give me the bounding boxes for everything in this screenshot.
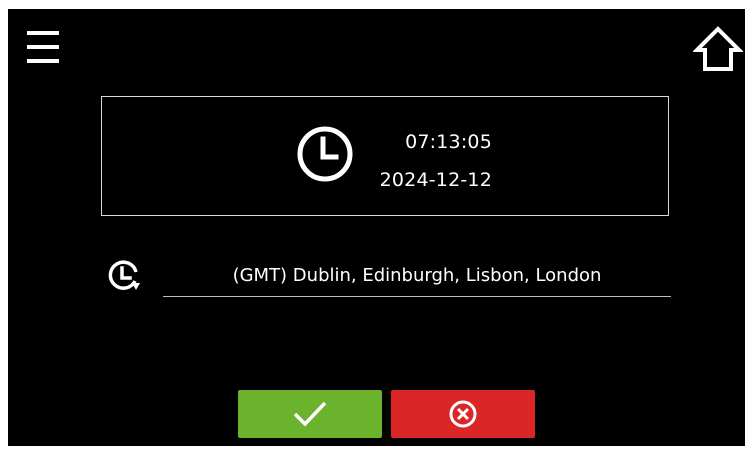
timezone-icon — [108, 260, 140, 290]
datetime-settings-screen: 07:13:05 2024-12-12 (GMT) Dublin, Edinbu… — [8, 9, 745, 446]
home-icon — [692, 26, 744, 71]
home-button[interactable] — [692, 24, 744, 74]
date-value: 2024-12-12 — [379, 169, 492, 191]
datetime-display[interactable]: 07:13:05 2024-12-12 — [101, 96, 669, 216]
cancel-button[interactable] — [391, 390, 535, 438]
hamburger-menu-icon — [27, 31, 59, 63]
timezone-field[interactable]: (GMT) Dublin, Edinburgh, Lisbon, London — [163, 259, 671, 297]
time-value: 07:13:05 — [405, 131, 492, 153]
timezone-value: (GMT) Dublin, Edinburgh, Lisbon, London — [232, 265, 602, 286]
menu-button[interactable] — [26, 28, 60, 68]
clock-icon — [297, 126, 353, 182]
cancel-circle-x-icon — [449, 400, 477, 428]
checkmark-icon — [293, 401, 327, 427]
confirm-button[interactable] — [238, 390, 382, 438]
